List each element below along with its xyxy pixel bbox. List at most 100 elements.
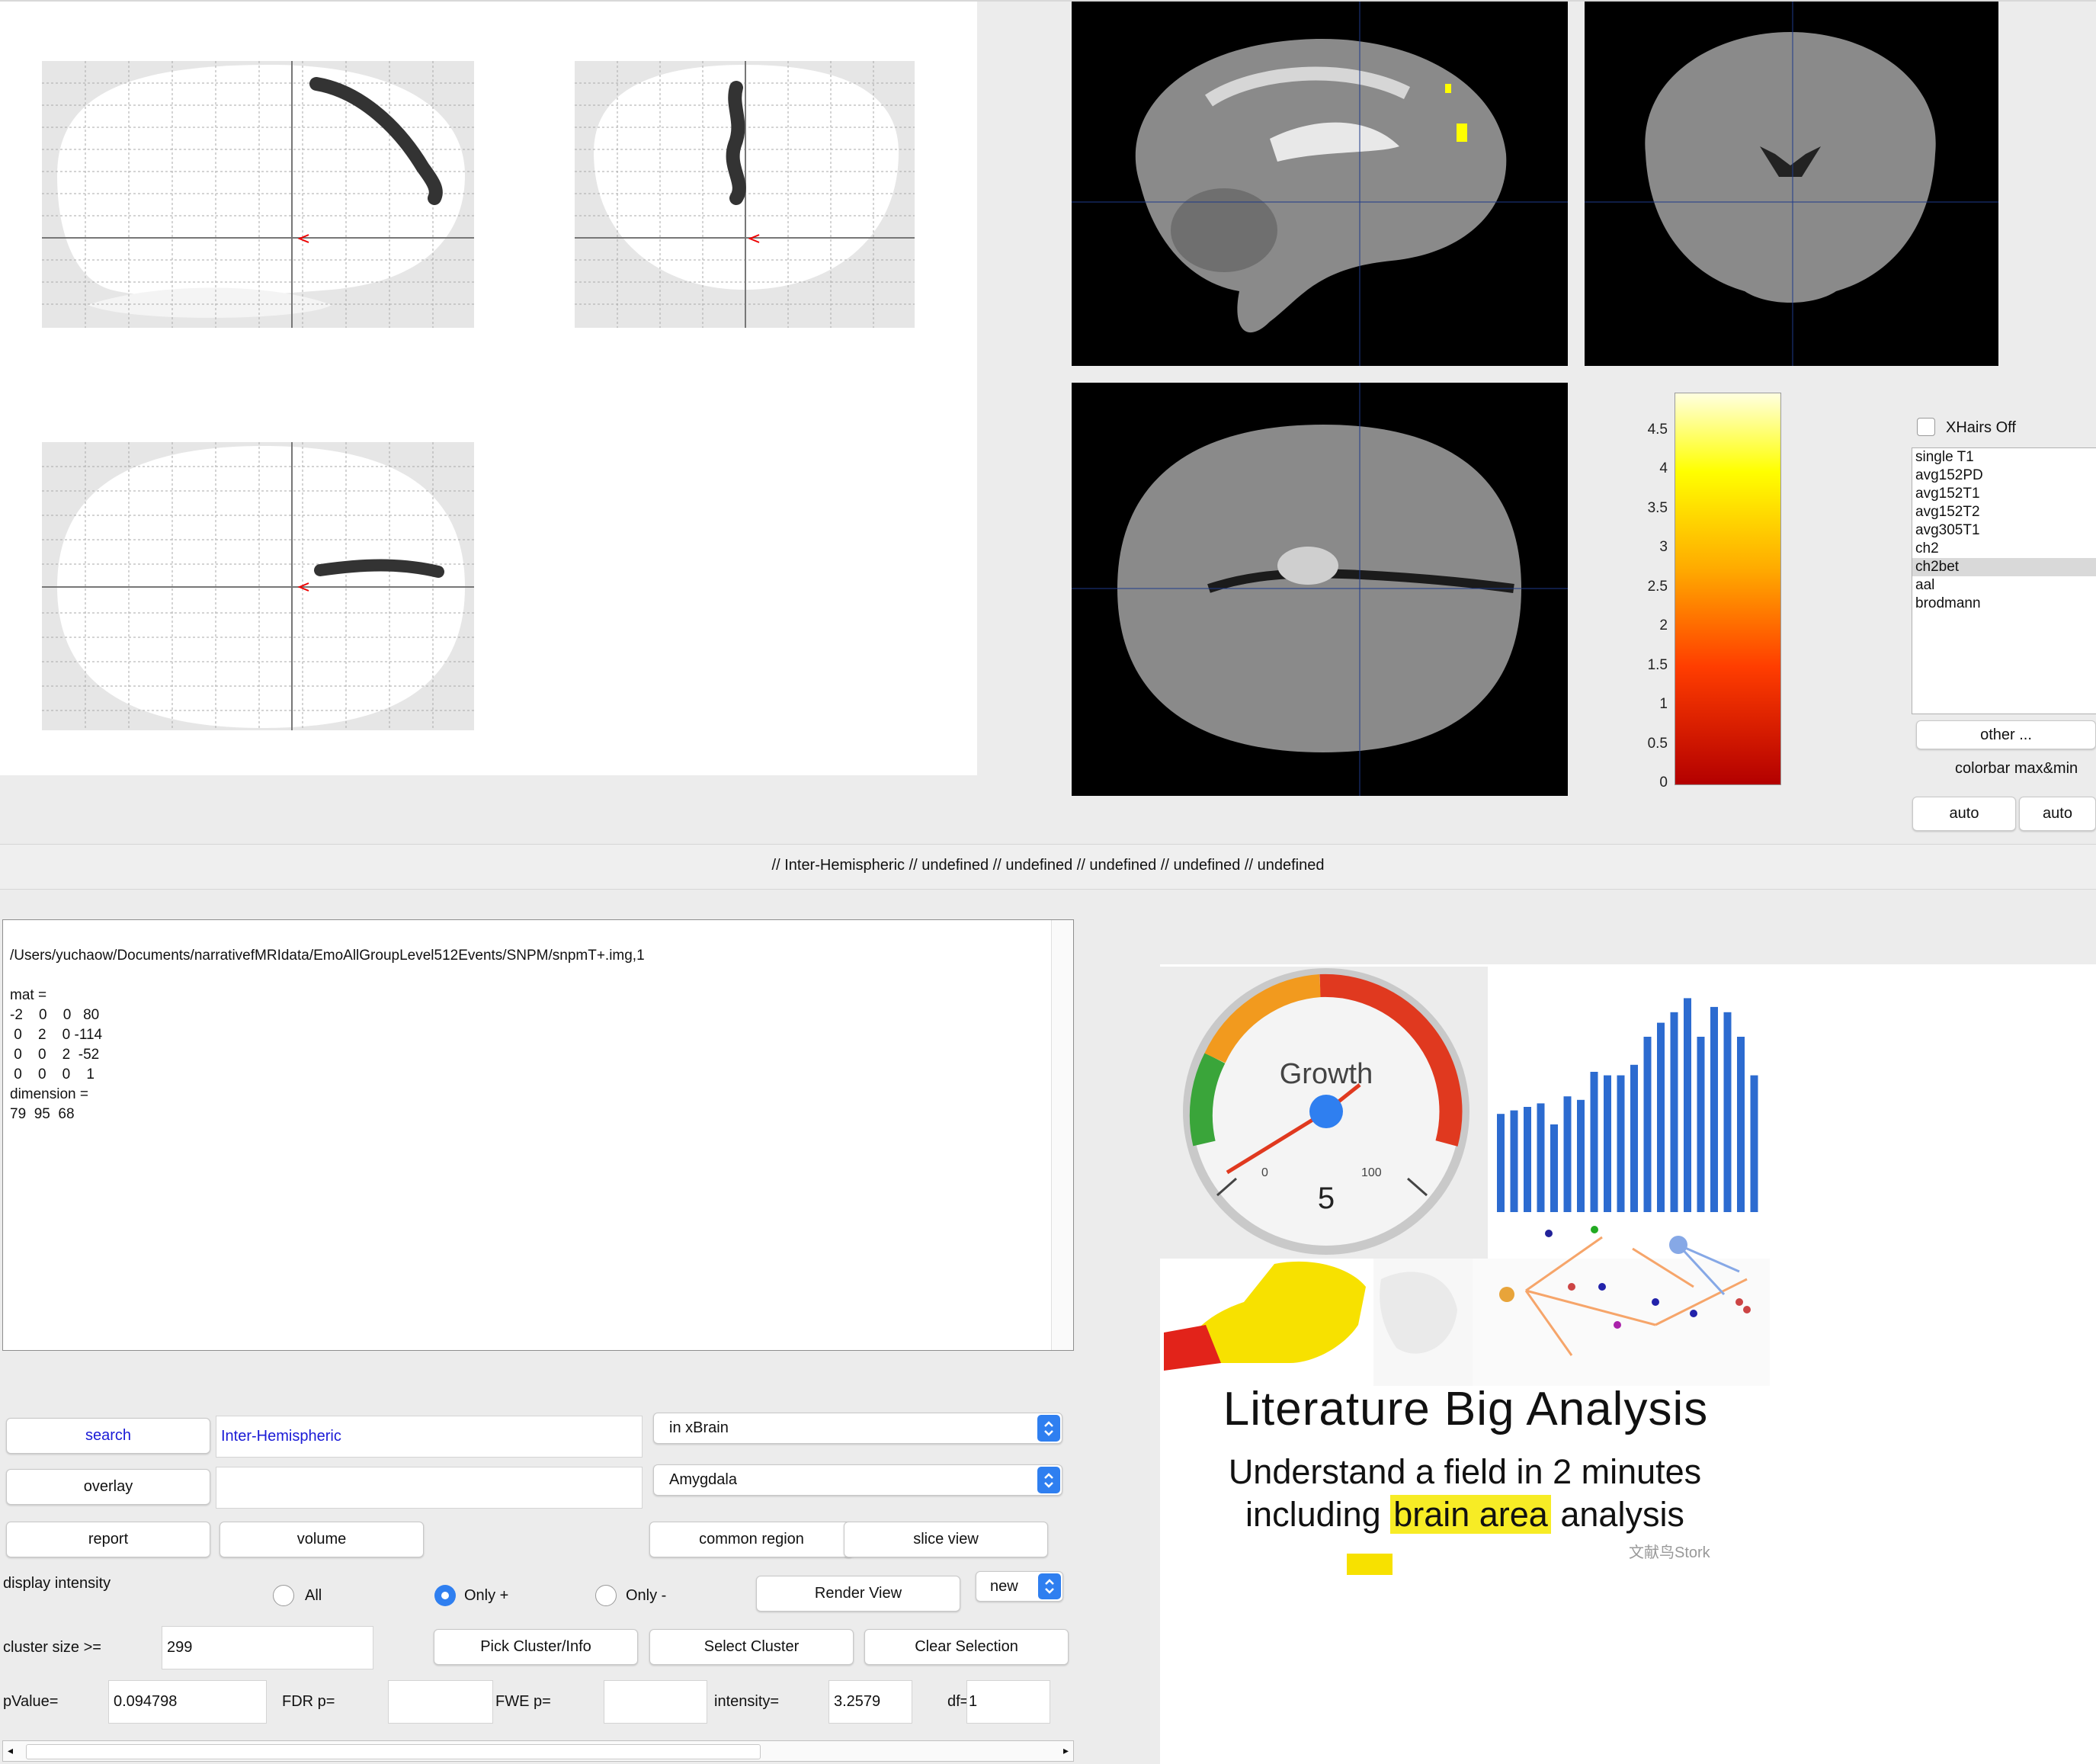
chevron-updown-icon — [1037, 1467, 1060, 1493]
clear-selection-button[interactable]: Clear Selection — [864, 1629, 1069, 1665]
colorbar-tick-label: 3 — [1659, 539, 1668, 555]
intensity-input[interactable]: 3.2579 — [828, 1680, 912, 1724]
promo-line2-pre: including — [1245, 1495, 1381, 1534]
pick-cluster-button[interactable]: Pick Cluster/Info — [434, 1629, 638, 1665]
radio-only-positive-label: Only + — [464, 1587, 509, 1604]
pvalue-input[interactable]: 0.094798 — [108, 1680, 267, 1724]
xhairs-label: XHairs Off — [1946, 419, 2016, 436]
colorbar-auto-min-button[interactable]: auto — [1912, 797, 2016, 831]
common-region-button[interactable]: common region — [649, 1522, 854, 1557]
promo-margin — [2073, 967, 2096, 1764]
promo-bar — [1497, 1114, 1505, 1212]
promo-bar — [1550, 1124, 1558, 1212]
promo-bar — [1524, 1107, 1531, 1212]
pvalue-label: pValue= — [3, 1693, 59, 1710]
glass-brain-panel — [0, 0, 977, 775]
list-item[interactable]: ch2 — [1912, 540, 2096, 558]
gauge-max: 100 — [1361, 1166, 1382, 1179]
fdr-input[interactable] — [388, 1680, 493, 1724]
glass-coronal-view[interactable] — [575, 61, 915, 328]
other-template-button[interactable]: other ... — [1916, 720, 2096, 749]
info-scrollbar[interactable] — [1051, 920, 1073, 1350]
window-top-border — [0, 0, 2096, 2]
colorbar-tick-label: 1 — [1659, 696, 1668, 712]
glass-axial-view[interactable] — [42, 442, 474, 730]
slice-view-button[interactable]: slice view — [844, 1522, 1048, 1557]
colorbar — [1675, 393, 1781, 785]
render-view-button[interactable]: Render View — [756, 1576, 960, 1612]
radio-all[interactable] — [273, 1585, 294, 1606]
colorbar-auto-max-button[interactable]: auto — [2019, 797, 2096, 831]
scope-select[interactable]: in xBrain — [653, 1413, 1062, 1444]
arrow-left-icon[interactable]: ◂ — [8, 1744, 13, 1757]
colorbar-tick-label: 2.5 — [1647, 579, 1668, 595]
search-input[interactable]: Inter-Hemispheric — [216, 1416, 643, 1458]
info-text-area[interactable]: /Users/yuchaow/Documents/narrativefMRIda… — [2, 919, 1074, 1351]
list-item[interactable]: avg152PD — [1912, 467, 2096, 485]
radio-only-negative-label: Only - — [626, 1587, 667, 1604]
promo-line2: including brain area analysis — [1175, 1495, 1755, 1535]
colorbar-gradient — [1675, 393, 1781, 785]
axial-slice-view[interactable] — [1072, 383, 1568, 796]
promo-bar — [1723, 1012, 1732, 1212]
template-list[interactable]: single T1 avg152PD avg152T1 avg152T2 avg… — [1912, 447, 2096, 714]
fwe-input[interactable] — [604, 1680, 707, 1724]
promo-bar — [1563, 1096, 1572, 1212]
gauge-title: Growth — [1279, 1058, 1373, 1090]
gauge-value: 5 — [1317, 1182, 1335, 1215]
overlay-input[interactable] — [216, 1467, 643, 1509]
display-intensity-label: display intensity — [3, 1575, 111, 1592]
df-input[interactable]: 1 — [966, 1680, 1050, 1724]
region-select-value: Amygdala — [669, 1471, 737, 1488]
list-item[interactable]: avg152T1 — [1912, 485, 2096, 503]
colorbar-tick-label: 4.5 — [1647, 422, 1668, 438]
colorbar-range-title: colorbar max&min — [1955, 760, 2078, 777]
select-cluster-button[interactable]: Select Cluster — [649, 1629, 854, 1665]
overlay-button[interactable]: overlay — [6, 1469, 210, 1505]
radio-all-label: All — [305, 1587, 322, 1604]
promo-bar — [1710, 1006, 1718, 1212]
arrow-right-icon[interactable]: ▸ — [1063, 1744, 1069, 1757]
promo-line1: Understand a field in 2 minutes — [1228, 1452, 1702, 1491]
render-mode-select[interactable]: new — [976, 1571, 1063, 1602]
promo-image: Growth 5 0 100 Literature Big Analysis U… — [1160, 967, 1770, 1576]
scrollbar-thumb[interactable] — [26, 1744, 761, 1759]
info-text: /Users/yuchaow/Documents/narrativefMRIda… — [10, 948, 645, 1122]
radio-only-negative[interactable] — [595, 1585, 617, 1606]
promo-bar — [1510, 1110, 1518, 1212]
glass-sagittal-view[interactable] — [42, 61, 474, 328]
promo-bar — [1697, 1037, 1705, 1212]
sagittal-slice-view[interactable] — [1072, 2, 1568, 366]
list-item-selected[interactable]: ch2bet — [1912, 558, 2096, 576]
promo-bar — [1684, 998, 1691, 1212]
cluster-size-input[interactable]: 299 — [162, 1626, 373, 1669]
promo-bar — [1670, 1012, 1678, 1212]
list-item[interactable]: avg152T2 — [1912, 503, 2096, 521]
list-item[interactable]: aal — [1912, 576, 2096, 595]
volume-button[interactable]: volume — [220, 1522, 424, 1557]
list-item[interactable]: avg305T1 — [1912, 521, 2096, 540]
search-button[interactable]: search — [6, 1418, 210, 1454]
promo-bar — [1630, 1064, 1638, 1212]
promo-watermark: 文献鸟Stork — [1629, 1544, 1710, 1561]
list-item[interactable]: brodmann — [1912, 595, 2096, 613]
promo-bar — [1537, 1103, 1545, 1212]
horizontal-scrollbar[interactable]: ◂ ▸ — [2, 1740, 1074, 1762]
promo-bar — [1617, 1075, 1625, 1212]
list-item[interactable]: single T1 — [1912, 448, 2096, 467]
gauge-min: 0 — [1261, 1166, 1268, 1179]
render-mode-value: new — [990, 1577, 1018, 1595]
coronal-slice-view[interactable] — [1585, 2, 1998, 366]
radio-only-positive[interactable] — [434, 1585, 456, 1606]
region-select[interactable]: Amygdala — [653, 1464, 1062, 1496]
xhairs-checkbox[interactable] — [1917, 418, 1935, 436]
fdr-label: FDR p= — [282, 1693, 335, 1710]
colorbar-tick-label: 1.5 — [1647, 657, 1668, 673]
promo-bar — [1750, 1075, 1758, 1212]
colorbar-tick-label: 4 — [1659, 460, 1668, 476]
report-button[interactable]: report — [6, 1522, 210, 1557]
scope-select-value: in xBrain — [669, 1419, 729, 1436]
intensity-label: intensity= — [714, 1693, 780, 1710]
colorbar-tick-label: 2 — [1659, 617, 1668, 633]
promo-highlight: brain area — [1390, 1495, 1551, 1534]
